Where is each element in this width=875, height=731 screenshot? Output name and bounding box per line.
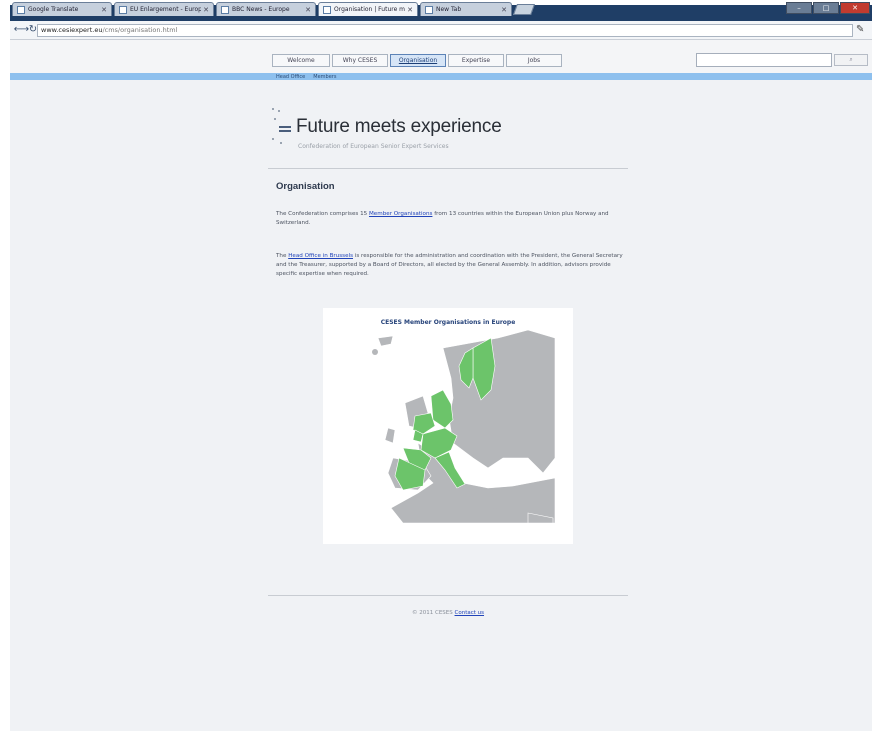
nav-welcome[interactable]: Welcome	[272, 54, 330, 67]
copyright-text: © 2011 CESES	[411, 610, 453, 616]
close-tab-icon[interactable]: ✕	[501, 6, 507, 14]
tab-title: BBC News - Europe	[232, 6, 290, 13]
close-tab-icon[interactable]: ✕	[203, 6, 209, 14]
search-button[interactable]: ⌕	[834, 54, 868, 66]
page-icon	[221, 5, 229, 14]
footer: © 2011 CESES Contact us	[268, 610, 628, 616]
site-search-input[interactable]	[696, 53, 832, 67]
browser-tab[interactable]: Google Translate ✕	[12, 2, 112, 16]
close-tab-icon[interactable]: ✕	[305, 6, 311, 14]
page-heading: Organisation	[276, 181, 335, 192]
page-icon	[119, 5, 127, 14]
main-navigation: Welcome Why CESES Organisation Expertise…	[272, 54, 564, 67]
browser-tab[interactable]: BBC News - Europe ✕	[216, 2, 316, 16]
tab-title: EU Enlargement - Europa	[130, 6, 202, 13]
wrench-icon[interactable]: ✎	[856, 23, 870, 37]
page-icon	[323, 5, 331, 14]
nav-expertise[interactable]: Expertise	[448, 54, 504, 67]
site-tagline: Confederation of European Senior Expert …	[298, 143, 449, 150]
close-window-button[interactable]: ✕	[840, 2, 870, 14]
europe-map: CESES Member Organisations in Europe	[323, 308, 573, 544]
nav-jobs[interactable]: Jobs	[506, 54, 562, 67]
browser-tab[interactable]: New Tab ✕	[420, 2, 512, 16]
browser-tab-active[interactable]: Organisation | Future me... ✕	[318, 2, 418, 16]
paragraph-head-office: The Head Office in Brussels is responsib…	[276, 252, 631, 279]
close-tab-icon[interactable]: ✕	[101, 6, 107, 14]
accent-band	[10, 73, 872, 80]
head-office-link[interactable]: Head Office in Brussels	[288, 253, 353, 259]
map-graphic	[372, 329, 556, 524]
nav-why-ceses[interactable]: Why CESES	[332, 54, 388, 67]
address-path: /cms/organisation.html	[102, 26, 178, 34]
address-bar[interactable]: www.cesiexpert.eu/cms/organisation.html	[37, 24, 853, 37]
text: The	[276, 253, 289, 259]
logo-mark-icon	[279, 126, 291, 132]
page-icon	[425, 5, 433, 14]
browser-tab[interactable]: EU Enlargement - Europa ✕	[114, 2, 214, 16]
address-host: www.cesiexpert.eu	[41, 26, 103, 34]
text: The Confederation comprises 15	[276, 211, 369, 217]
page-icon	[17, 5, 25, 14]
tab-title: New Tab	[436, 6, 462, 13]
paragraph-members: The Confederation comprises 15 Member Or…	[276, 210, 631, 228]
contact-link[interactable]: Contact us	[455, 610, 485, 616]
close-tab-icon[interactable]: ✕	[407, 6, 413, 14]
browser-toolbar: ← → ↻ www.cesiexpert.eu/cms/organisation…	[10, 21, 872, 40]
divider	[268, 168, 628, 169]
maximize-button[interactable]: □	[813, 2, 839, 14]
tab-title: Organisation | Future me...	[334, 6, 406, 13]
member-organisations-link[interactable]: Member Organisations	[369, 211, 432, 217]
tab-title: Google Translate	[28, 6, 79, 13]
site-title: Future meets experience	[296, 116, 502, 137]
divider	[268, 595, 628, 596]
minimize-button[interactable]: –	[786, 2, 812, 14]
nav-organisation[interactable]: Organisation	[390, 54, 446, 67]
